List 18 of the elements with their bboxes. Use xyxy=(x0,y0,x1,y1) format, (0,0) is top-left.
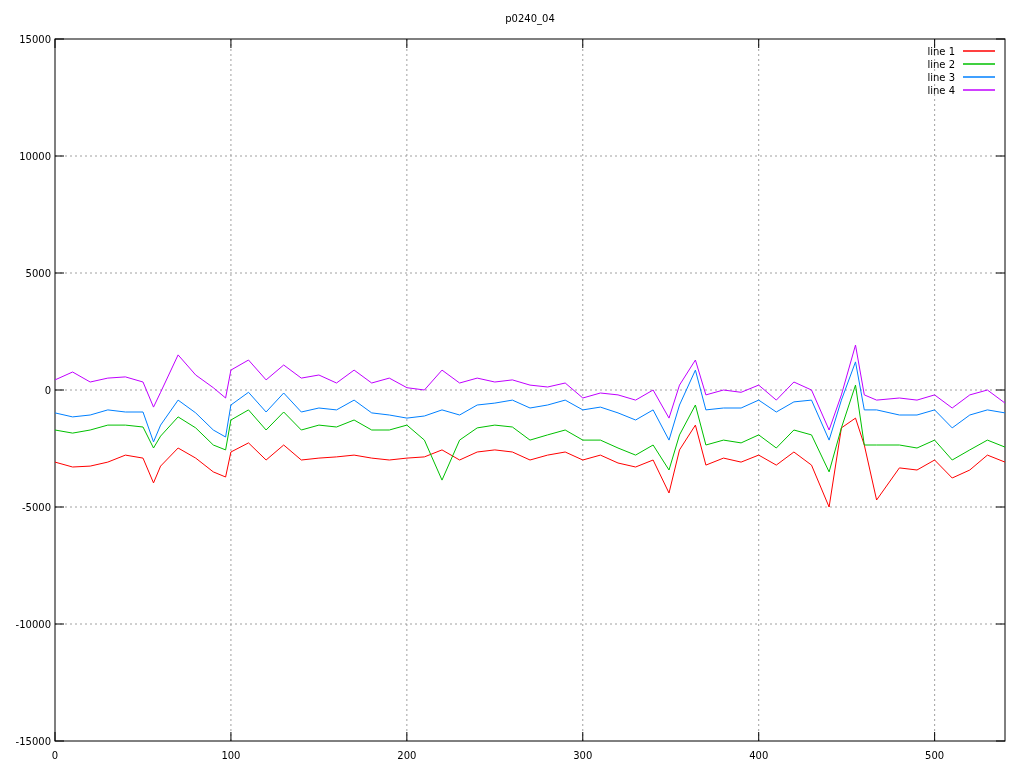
axis-tick-label: 5000 xyxy=(25,268,51,279)
axis-tick-label: -5000 xyxy=(21,502,51,513)
axis-tick-label: 200 xyxy=(397,750,417,761)
legend-label: line 3 xyxy=(927,72,955,83)
legend-label: line 4 xyxy=(927,85,955,96)
axis-tick-label: 400 xyxy=(749,750,769,761)
legend-label: line 1 xyxy=(927,46,955,57)
axis-tick-label: -15000 xyxy=(15,736,51,747)
chart-title: p0240_04 xyxy=(505,13,555,24)
axis-tick-label: 10000 xyxy=(19,151,51,162)
legend-label: line 2 xyxy=(927,59,955,70)
axis-tick-label: -10000 xyxy=(15,619,51,630)
axis-tick-label: 15000 xyxy=(19,34,51,45)
axis-tick-label: 300 xyxy=(573,750,593,761)
axis-tick-label: 0 xyxy=(44,385,51,396)
axis-tick-label: 0 xyxy=(51,750,59,761)
axis-tick-label: 100 xyxy=(221,750,241,761)
axis-tick-label: 500 xyxy=(925,750,945,761)
